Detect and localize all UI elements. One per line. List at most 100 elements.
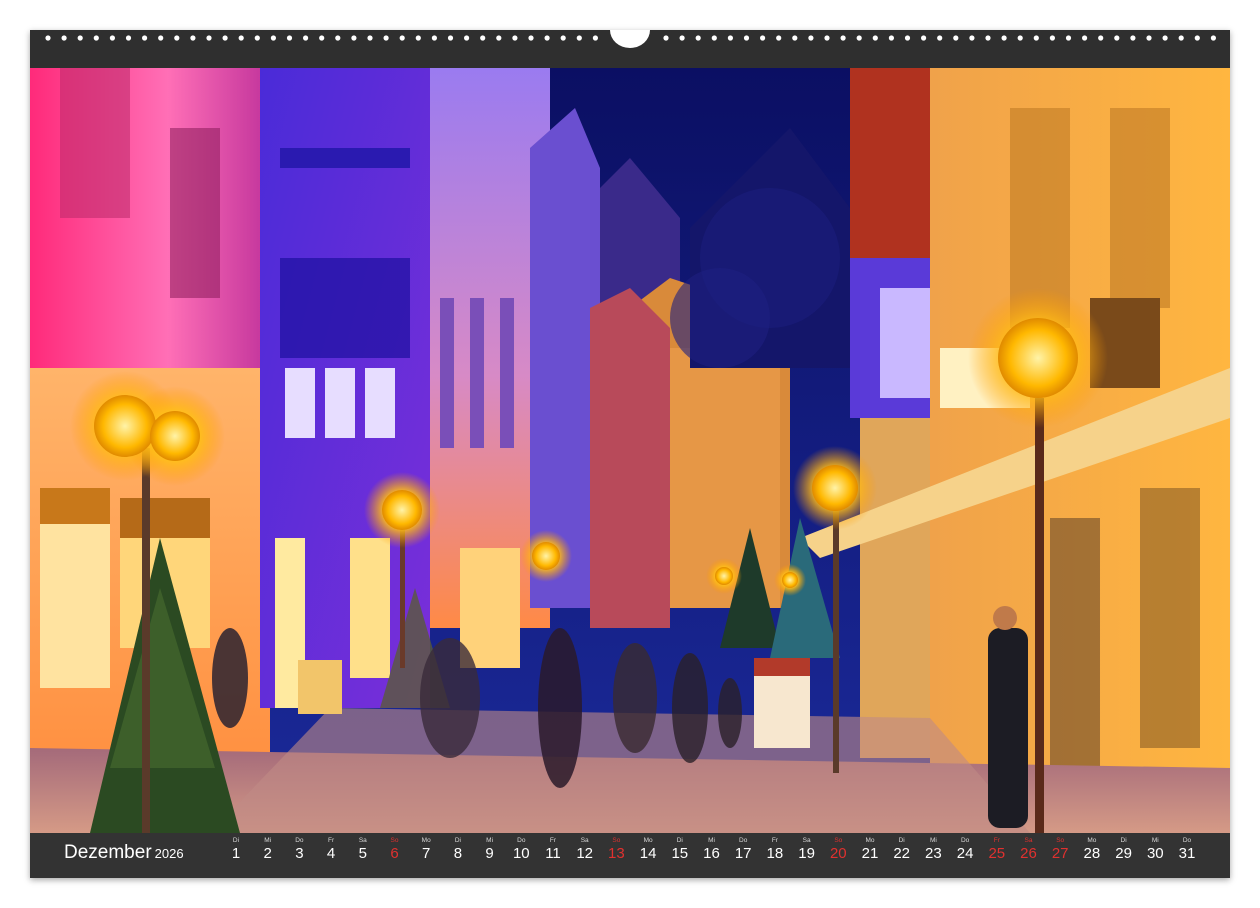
binding-hole: [937, 35, 943, 41]
binding-hole: [286, 35, 293, 41]
weekday-label: Di: [232, 837, 240, 844]
weekday-label: Fr: [549, 837, 557, 844]
weekday-label: Mo: [643, 837, 653, 844]
old-town-street-night-photo: [30, 68, 1230, 833]
day-number: 5: [358, 845, 367, 862]
binding-hole: [856, 35, 862, 41]
weekday-label: Di: [1120, 837, 1127, 844]
day-number: 22: [893, 845, 911, 862]
day-number: 26: [1020, 845, 1037, 862]
binding-hole: [985, 35, 991, 41]
binding-hole: [480, 35, 486, 41]
binding-hole: [1082, 35, 1088, 41]
binding-hole: [254, 35, 260, 41]
binding-hole: [663, 35, 669, 41]
binding-hole: [727, 35, 734, 41]
binding-hole: [592, 35, 599, 41]
day-number: 1: [231, 845, 241, 862]
day-number: 25: [988, 845, 1006, 862]
binding-hole: [77, 35, 83, 41]
binding-hole: [840, 35, 846, 41]
day-cell: Fr 4: [318, 837, 344, 863]
day-number: 7: [422, 845, 431, 862]
binding-hole: [109, 35, 115, 41]
binding-hole: [1146, 35, 1152, 41]
day-number: 21: [861, 845, 879, 862]
day-cell: Mi 30: [1142, 837, 1168, 863]
day-number: 13: [608, 845, 625, 862]
weekday-label: So: [834, 837, 843, 844]
day-number: 31: [1178, 845, 1196, 862]
binding-hole: [792, 35, 798, 41]
day-number: 16: [703, 845, 720, 862]
month-year: 2026: [154, 846, 184, 861]
weekday-label: Fr: [771, 837, 778, 844]
weekday-label: Sa: [580, 837, 589, 844]
binding-hole: [904, 35, 911, 41]
day-number: 18: [766, 845, 784, 862]
binding-hole: [238, 35, 244, 41]
day-number: 6: [390, 845, 399, 862]
binding-hole: [125, 35, 132, 41]
binding-hole: [1065, 35, 1072, 41]
binding-hole: [1049, 35, 1055, 41]
binding-hole: [222, 35, 228, 41]
binding-hole: [760, 35, 766, 41]
binding-hole: [415, 35, 421, 41]
day-cell: Sa 19: [794, 837, 820, 863]
day-cell: Mi 16: [699, 837, 725, 863]
weekday-label: Mi: [264, 837, 272, 844]
binding-hole: [1162, 35, 1168, 41]
day-cell: Mo 7: [413, 837, 439, 863]
day-number: 12: [576, 845, 594, 862]
binding-hole: [367, 35, 373, 41]
binding-hole: [1001, 35, 1007, 41]
day-cell: Do 17: [730, 837, 756, 863]
weekday-label: Mi: [929, 837, 937, 844]
binding-hole: [174, 35, 180, 41]
day-cell: Do 10: [508, 837, 534, 863]
binding-hole: [142, 35, 148, 41]
day-number: 29: [1115, 845, 1132, 862]
weekday-label: Di: [454, 837, 461, 844]
calendar-footer: Dezember 2026 Di 1 Mi 2 Do 3 Fr 4 Sa 5 So 6 Mo 7 Di 8 Mi 9…: [30, 833, 1230, 878]
binding-hole: [93, 35, 99, 41]
binding-hole: [1194, 35, 1200, 41]
day-number: 4: [326, 845, 336, 862]
weekday-label: Fr: [993, 837, 1000, 844]
binding-hole: [953, 35, 959, 41]
binding-hole: [743, 35, 750, 41]
binding-hole: [383, 35, 389, 41]
day-cell: Mi 2: [255, 837, 281, 863]
day-number: 27: [1051, 845, 1069, 862]
day-cell: Di 8: [445, 837, 471, 863]
binding-hole: [158, 35, 164, 41]
wall-calendar: Dezember 2026 Di 1 Mi 2 Do 3 Fr 4 Sa 5 So 6 Mo 7 Di 8 Mi 9…: [30, 30, 1230, 878]
weekday-label: Mo: [865, 837, 875, 844]
weekday-label: Sa: [358, 837, 367, 844]
day-cell: Sa 12: [572, 837, 598, 863]
binding-hole: [206, 35, 212, 41]
day-cell: Fr 25: [984, 837, 1010, 863]
binding-hole: [560, 35, 566, 41]
binding-hole: [1098, 35, 1104, 41]
weekday-label: So: [390, 837, 399, 844]
binding-hole: [303, 35, 309, 41]
binding-hole: [695, 35, 701, 41]
weekday-label: Do: [960, 837, 970, 844]
weekday-label: Mo: [421, 837, 431, 844]
binding-hole: [431, 35, 437, 41]
binding-hole: [447, 35, 454, 41]
binding-hole: [1210, 35, 1216, 41]
binding-hole: [1178, 35, 1184, 41]
binding-hole: [1017, 35, 1023, 41]
day-cell: Fr 11: [540, 837, 566, 863]
day-number: 2: [263, 845, 272, 862]
day-cell: Do 3: [286, 837, 312, 863]
binding-hole: [319, 35, 325, 41]
day-cell: Mo 28: [1079, 837, 1105, 863]
binding-hole: [1114, 35, 1120, 41]
binding-hole: [888, 35, 895, 41]
binding-hole: [921, 35, 927, 41]
day-cell: Sa 5: [350, 837, 376, 863]
